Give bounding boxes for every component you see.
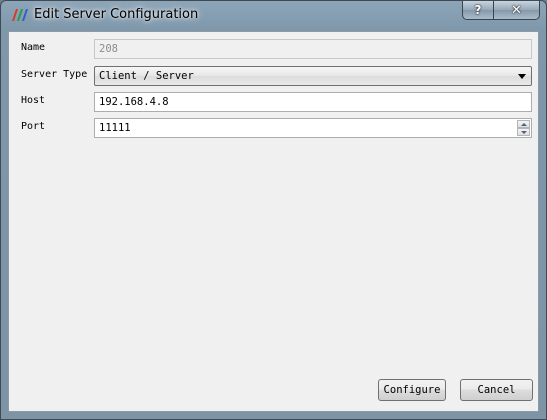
- server-type-value: Client / Server: [99, 70, 194, 82]
- name-field: 208: [94, 39, 532, 59]
- name-row: Name 208: [9, 39, 540, 59]
- port-spinbox[interactable]: 11111: [94, 118, 532, 138]
- spin-down-icon[interactable]: [517, 128, 530, 136]
- cancel-button[interactable]: Cancel: [460, 379, 533, 401]
- title-bar[interactable]: Edit Server Configuration ? ✕: [1, 1, 546, 31]
- dialog-content: Name 208 Server Type Client / Server Hos…: [8, 31, 539, 412]
- server-type-select[interactable]: Client / Server: [94, 66, 532, 86]
- window-title: Edit Server Configuration: [34, 7, 199, 22]
- server-type-row: Server Type Client / Server: [9, 66, 540, 86]
- port-row: Port 11111: [9, 118, 540, 138]
- configure-button[interactable]: Configure: [378, 379, 446, 401]
- close-icon: ✕: [511, 2, 522, 18]
- help-button[interactable]: ?: [462, 1, 494, 20]
- close-button[interactable]: ✕: [494, 1, 540, 20]
- port-spinner: [517, 120, 530, 136]
- spin-up-icon[interactable]: [517, 120, 530, 128]
- server-type-label: Server Type: [21, 69, 88, 80]
- chevron-down-icon[interactable]: [518, 74, 526, 79]
- app-logo-icon: [12, 9, 28, 21]
- name-label: Name: [21, 42, 46, 53]
- host-field[interactable]: 192.168.4.8: [94, 92, 532, 112]
- port-label: Port: [21, 121, 46, 132]
- port-value: 11111: [99, 122, 131, 134]
- help-icon: ?: [474, 3, 482, 17]
- dialog-window: Edit Server Configuration ? ✕ Name 208 S…: [0, 0, 547, 420]
- host-row: Host 192.168.4.8: [9, 92, 540, 112]
- host-label: Host: [21, 95, 46, 106]
- caption-buttons: ? ✕: [462, 1, 540, 20]
